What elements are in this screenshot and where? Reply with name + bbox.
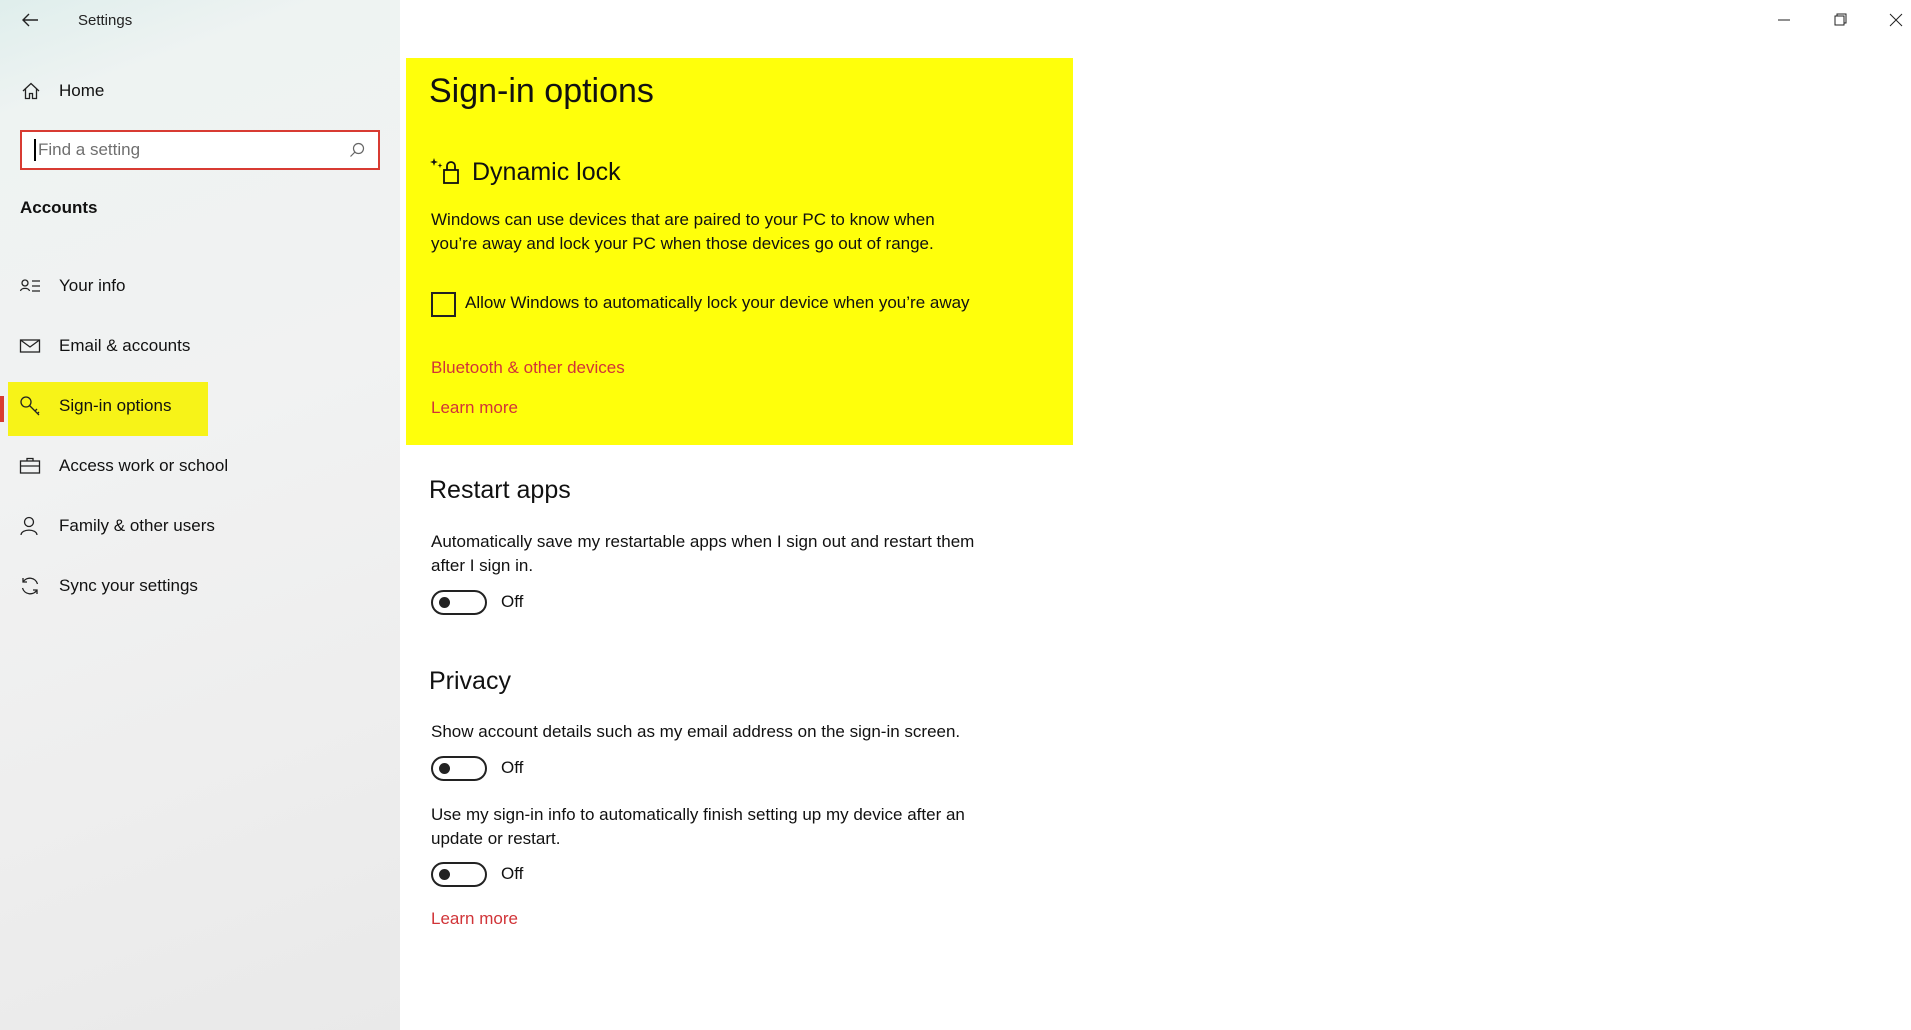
toggle-knob	[439, 869, 450, 880]
privacy-sign-in-info-toggle[interactable]	[431, 862, 487, 887]
person-card-icon	[19, 279, 40, 292]
sidebar-item-your-info[interactable]: Your info	[0, 256, 400, 316]
page-title: Sign-in options	[429, 72, 654, 110]
back-arrow-icon	[22, 13, 38, 27]
dynamic-lock-title: Dynamic lock	[472, 158, 621, 186]
app-title: Settings	[78, 12, 133, 29]
mail-icon	[19, 339, 41, 353]
privacy-setting2-description: Use my sign-in info to automatically fin…	[431, 805, 965, 848]
key-icon	[20, 396, 40, 416]
sidebar-item-access-work-school[interactable]: Access work or school	[0, 436, 400, 496]
privacy-setting1-description: Show account details such as my email ad…	[431, 722, 961, 741]
dynamic-lock-checkbox[interactable]	[431, 292, 456, 317]
sidebar-item-label: Access work or school	[59, 456, 229, 475]
search-box[interactable]	[20, 130, 380, 170]
sync-icon	[21, 577, 39, 595]
dynamic-lock-checkbox-label[interactable]: Allow Windows to automatically lock your…	[465, 293, 970, 313]
restart-apps-title: Restart apps	[429, 476, 571, 504]
privacy-setting2-state: Off	[501, 864, 524, 883]
restart-apps-toggle-state: Off	[501, 592, 524, 611]
sidebar-item-label: Family & other users	[59, 516, 215, 535]
sidebar-item-email-accounts[interactable]: Email & accounts	[0, 316, 400, 376]
sidebar-item-sync-settings[interactable]: Sync your settings	[0, 556, 400, 616]
home-label: Home	[59, 81, 105, 100]
restart-apps-toggle[interactable]	[431, 590, 487, 615]
dynamic-lock-learn-more-link[interactable]: Learn more	[431, 398, 518, 418]
main-content: Sign-in options Dynamic lock Windows can…	[400, 0, 1911, 1030]
restart-apps-description: Automatically save my restartable apps w…	[431, 532, 975, 575]
privacy-title: Privacy	[429, 667, 511, 695]
sidebar: Settings Home Accounts Your info	[0, 0, 400, 1030]
section-title: Accounts	[20, 198, 98, 217]
title-bar: Settings	[0, 0, 400, 40]
dynamic-lock-description: Windows can use devices that are paired …	[431, 210, 935, 253]
sidebar-item-label: Sync your settings	[59, 576, 198, 595]
privacy-setting1-state: Off	[501, 758, 524, 777]
sidebar-nav: Your info Email & accounts Sign-in optio…	[0, 256, 400, 616]
sidebar-item-label: Your info	[59, 276, 126, 295]
home-icon	[22, 82, 40, 100]
bluetooth-devices-link[interactable]: Bluetooth & other devices	[431, 358, 625, 378]
sidebar-item-family-users[interactable]: Family & other users	[0, 496, 400, 556]
dynamic-lock-icon	[430, 158, 459, 184]
person-add-icon	[20, 516, 38, 536]
sidebar-item-label: Email & accounts	[59, 336, 191, 355]
home-nav-item[interactable]: Home	[20, 78, 104, 104]
privacy-account-details-toggle[interactable]	[431, 756, 487, 781]
back-button[interactable]	[18, 8, 42, 32]
privacy-learn-more-link[interactable]: Learn more	[431, 909, 518, 929]
briefcase-icon	[19, 457, 41, 474]
toggle-knob	[439, 763, 450, 774]
toggle-knob	[439, 597, 450, 608]
search-icon[interactable]	[348, 141, 366, 159]
sidebar-item-label: Sign-in options	[59, 396, 172, 415]
sidebar-item-sign-in-options[interactable]: Sign-in options	[0, 376, 400, 436]
search-input[interactable]	[34, 139, 348, 161]
active-indicator	[0, 396, 4, 422]
